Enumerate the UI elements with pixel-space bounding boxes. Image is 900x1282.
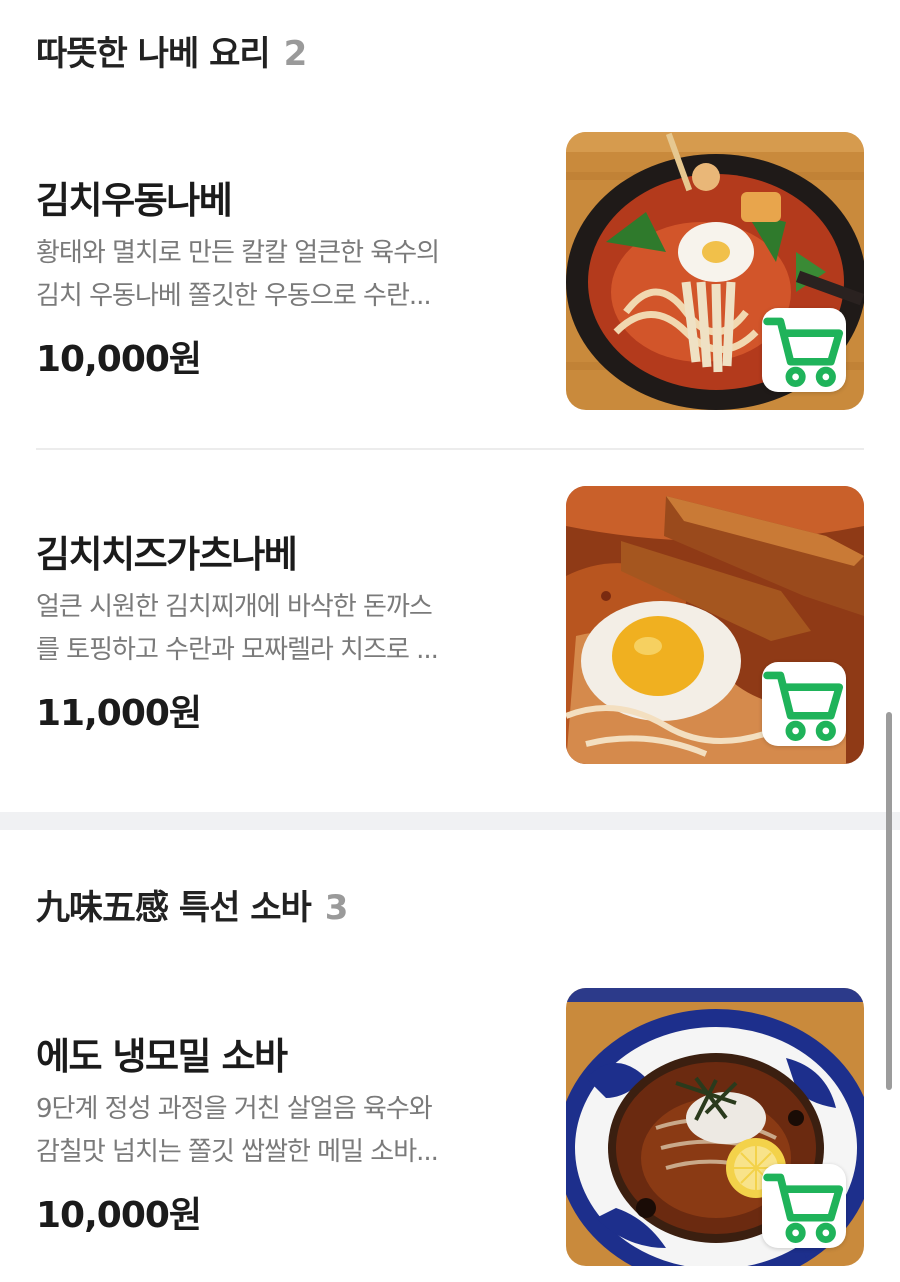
menu-item-price: 11,000원 [36,693,202,734]
menu-item[interactable]: 김치치즈가츠나베 얼큰 시원한 김치찌개에 바삭한 돈까스 를 토핑하고 수란과… [0,486,900,766]
menu-item-description: 얼큰 시원한 김치찌개에 바삭한 돈까스 를 토핑하고 수란과 모짜렐라 치즈로… [36,586,516,672]
description-line: 감칠맛 넘치는 쫄깃 쌉쌀한 메밀 소바... [36,1137,439,1167]
menu-item-photo[interactable] [566,988,864,1266]
add-to-cart-button[interactable] [762,308,846,392]
menu-item-photo[interactable] [566,132,864,410]
menu-item-name: 김치우동나베 [36,179,233,222]
menu-item[interactable]: 에도 냉모밀 소바 9단계 정성 과정을 거친 살얼음 육수와 감칠맛 넘치는 … [0,988,900,1268]
cart-icon [763,317,844,387]
section-title-label: 九味五感 특선 소바 [36,888,312,928]
menu-item-name: 에도 냉모밀 소바 [36,1035,288,1078]
section-title-label: 따뜻한 나베 요리 [36,34,271,74]
menu-item-photo[interactable] [566,486,864,764]
add-to-cart-button[interactable] [762,1164,846,1248]
scrollbar[interactable] [886,712,892,1090]
cart-icon [763,1173,844,1243]
section-title-soba: 九味五感 특선 소바 3 [36,880,349,929]
menu-item-price: 10,000원 [36,339,202,380]
description-line: 9단계 정성 과정을 거친 살얼음 육수와 [36,1094,433,1124]
menu-item-description: 황태와 멸치로 만든 칼칼 얼큰한 육수의 김치 우동나베 쫄깃한 우동으로 수… [36,232,516,318]
menu-item-price: 10,000원 [36,1195,202,1236]
menu-item-description: 9단계 정성 과정을 거친 살얼음 육수와 감칠맛 넘치는 쫄깃 쌉쌀한 메밀 … [36,1088,516,1174]
section-item-count: 2 [283,34,308,74]
add-to-cart-button[interactable] [762,662,846,746]
menu-item-name: 김치치즈가츠나베 [36,533,298,576]
description-line: 황태와 멸치로 만든 칼칼 얼큰한 육수의 [36,238,440,268]
description-line: 김치 우동나베 쫄깃한 우동으로 수란... [36,281,432,311]
cart-icon [763,671,844,741]
description-line: 얼큰 시원한 김치찌개에 바삭한 돈까스 [36,592,433,622]
item-divider [36,448,864,450]
section-separator [0,812,900,830]
description-line: 를 토핑하고 수란과 모짜렐라 치즈로 ... [36,635,439,665]
section-title-nabe: 따뜻한 나베 요리 2 [36,26,308,75]
section-item-count: 3 [324,888,349,928]
menu-item[interactable]: 김치우동나베 황태와 멸치로 만든 칼칼 얼큰한 육수의 김치 우동나베 쫄깃한… [0,132,900,412]
